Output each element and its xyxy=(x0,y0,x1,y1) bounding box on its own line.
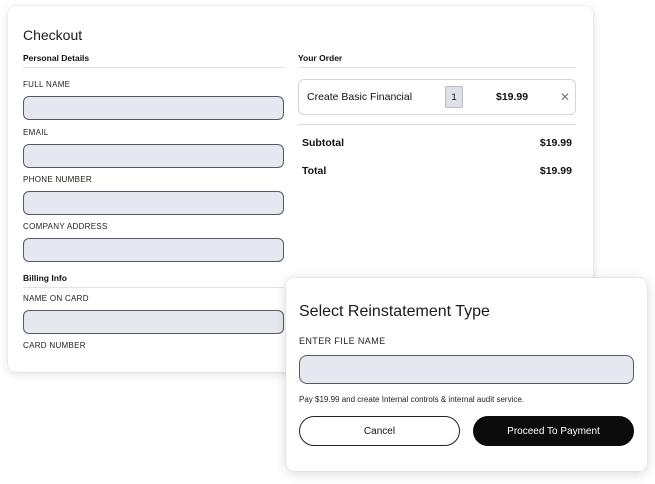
total-label: Total xyxy=(302,165,327,177)
personal-details-section: Personal Details FULL NAME EMAIL PHONE N… xyxy=(23,53,284,350)
order-summary-section: Your Order Create Basic Financial 1 $19.… xyxy=(298,53,576,177)
cancel-button[interactable]: Cancel xyxy=(299,416,460,446)
name-on-card-label: NAME ON CARD xyxy=(23,294,89,303)
subtotal-label: Subtotal xyxy=(302,137,344,149)
divider xyxy=(298,124,576,125)
reinstatement-modal: Select Reinstatement Type ENTER FILE NAM… xyxy=(286,278,647,471)
phone-number-field[interactable] xyxy=(23,191,284,215)
order-item-name: Create Basic Financial xyxy=(307,91,413,103)
full-name-field[interactable] xyxy=(23,96,284,120)
file-name-field[interactable] xyxy=(299,355,634,384)
company-address-label: COMPANY ADDRESS xyxy=(23,222,108,231)
personal-details-heading: Personal Details xyxy=(23,53,284,68)
total-value: $19.99 xyxy=(539,165,572,177)
email-label: EMAIL xyxy=(23,128,49,137)
subtotal-value: $19.99 xyxy=(539,137,572,149)
proceed-to-payment-button[interactable]: Proceed To Payment xyxy=(473,416,634,446)
billing-info-heading: Billing Info xyxy=(23,273,284,288)
company-address-field[interactable] xyxy=(23,238,284,262)
card-number-label: CARD NUMBER xyxy=(23,341,86,350)
quantity-stepper[interactable]: 1 xyxy=(445,86,463,108)
payment-note: Pay $19.99 and create Internal controls … xyxy=(299,395,525,404)
modal-title: Select Reinstatement Type xyxy=(299,303,490,320)
your-order-heading: Your Order xyxy=(298,53,576,68)
file-name-label: ENTER FILE NAME xyxy=(299,336,386,346)
name-on-card-field[interactable] xyxy=(23,310,284,334)
email-field[interactable] xyxy=(23,144,284,168)
close-icon[interactable]: ✕ xyxy=(560,90,570,104)
order-item-price: $19.99 xyxy=(496,91,529,103)
page-title: Checkout xyxy=(23,27,83,43)
full-name-label: FULL NAME xyxy=(23,80,71,89)
phone-number-label: PHONE NUMBER xyxy=(23,175,92,184)
order-item: Create Basic Financial 1 $19.99 ✕ xyxy=(298,79,576,115)
